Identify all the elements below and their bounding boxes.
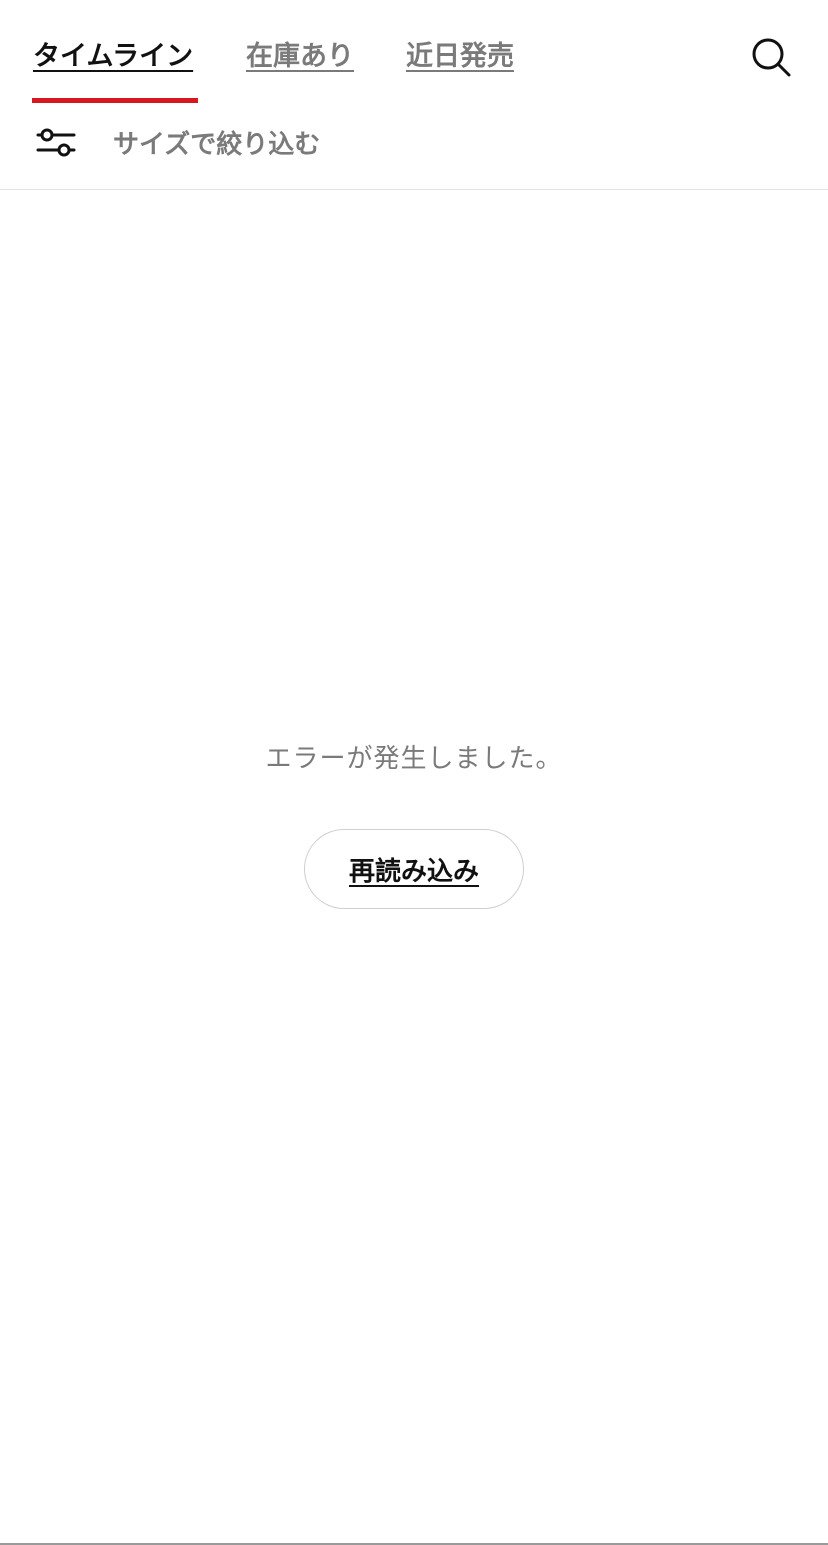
reload-button[interactable]: 再読み込み: [304, 829, 524, 909]
tab-timeline[interactable]: タイムライン: [33, 34, 193, 73]
sliders-icon: [36, 126, 76, 158]
error-message: エラーが発生しました。: [265, 744, 563, 774]
tab-in-stock[interactable]: 在庫あり: [246, 34, 354, 73]
search-icon: [752, 38, 791, 77]
size-filter-button[interactable]: サイズで絞り込む: [0, 112, 828, 174]
tab-bar: タイムライン 在庫あり 近日発売: [0, 0, 700, 104]
header: タイムライン 在庫あり 近日発売 サイズで絞り込む: [0, 0, 828, 190]
search-button[interactable]: [748, 36, 794, 78]
reload-button-label: 再読み込み: [348, 856, 479, 887]
tab-upcoming[interactable]: 近日発売: [406, 34, 514, 73]
size-filter-label: サイズで絞り込む: [113, 130, 321, 160]
active-tab-indicator: [32, 98, 198, 103]
